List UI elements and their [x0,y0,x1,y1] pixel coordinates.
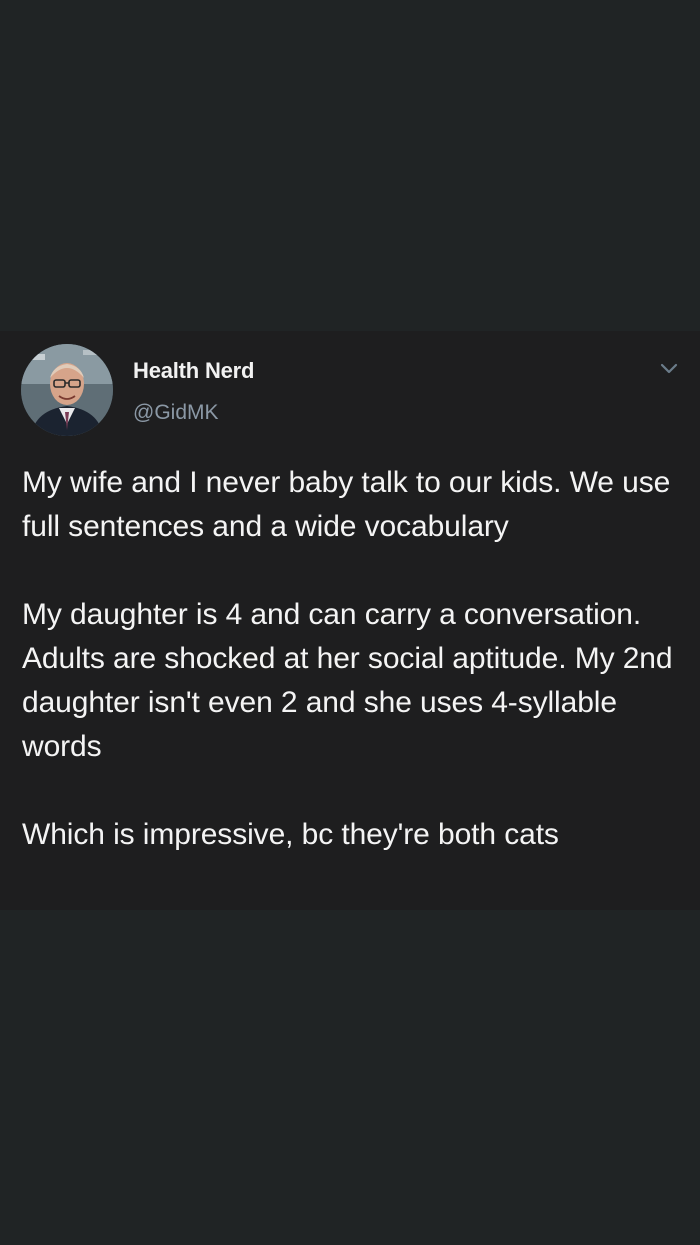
author-handle[interactable]: @GidMK [133,401,219,425]
tweet-paragraph: My daughter is 4 and can carry a convers… [22,598,673,763]
avatar[interactable] [21,344,113,436]
tweet-paragraph: My wife and I never baby talk to our kid… [22,466,671,543]
tweet-text: My wife and I never baby talk to our kid… [22,461,682,857]
author-display-name[interactable]: Health Nerd [133,358,254,384]
chevron-down-icon[interactable] [657,359,681,379]
screenshot-page: Health Nerd @GidMK My wife and I never b… [0,0,700,1245]
tweet-card: Health Nerd @GidMK My wife and I never b… [0,331,700,910]
tweet-paragraph: Which is impressive, bc they're both cat… [22,818,559,851]
